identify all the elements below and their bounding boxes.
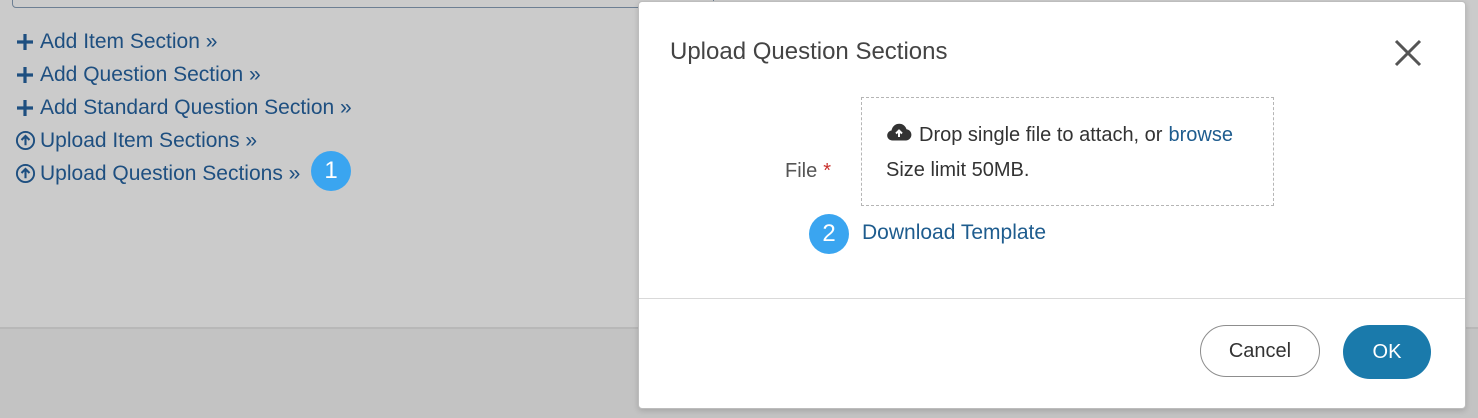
link-label: Add Question Section » [40,63,261,87]
section-actions-list: Add Item Section » Add Question Section … [14,26,352,190]
download-template-link[interactable]: Download Template [862,221,1046,245]
plus-icon [14,64,36,86]
add-item-section-link[interactable]: Add Item Section » [14,26,352,59]
step-badge-1: 1 [311,151,351,191]
link-label: Add Item Section » [40,30,218,54]
required-marker: * [823,160,832,182]
upload-question-sections-dialog: Upload Question Sections File * Drop sing… [638,1,1466,409]
upload-item-sections-link[interactable]: Upload Item Sections » [14,124,352,157]
add-standard-question-section-link[interactable]: Add Standard Question Section » [14,92,352,125]
size-limit-text: Size limit 50MB. [886,159,1030,181]
dropzone-instructions: Drop single file to attach, or browse [886,122,1233,148]
ok-button[interactable]: OK [1343,325,1431,379]
link-label: Upload Question Sections » [40,161,301,185]
top-input-field-edge[interactable] [12,0,714,8]
link-label: Upload Item Sections » [40,128,258,152]
upload-circle-icon [14,163,36,185]
upload-question-sections-link[interactable]: Upload Question Sections » [14,157,352,190]
file-dropzone[interactable]: Drop single file to attach, or browse Si… [861,97,1274,206]
file-field-label: File * [785,160,831,183]
dialog-title: Upload Question Sections [670,38,948,65]
add-question-section-link[interactable]: Add Question Section » [14,59,352,92]
upload-circle-icon [14,130,36,152]
close-icon [1394,39,1422,67]
step-badge-2: 2 [809,214,849,254]
close-button[interactable] [1391,36,1425,70]
file-label-text: File [785,160,818,182]
cloud-upload-icon [886,122,912,148]
cancel-button[interactable]: Cancel [1200,325,1320,377]
link-label: Add Standard Question Section » [40,95,352,119]
dropzone-text: Drop single file to attach, or [919,123,1163,146]
dialog-footer-divider [639,298,1465,299]
plus-icon [14,97,36,119]
browse-link[interactable]: browse [1168,124,1232,147]
plus-icon [14,31,36,53]
